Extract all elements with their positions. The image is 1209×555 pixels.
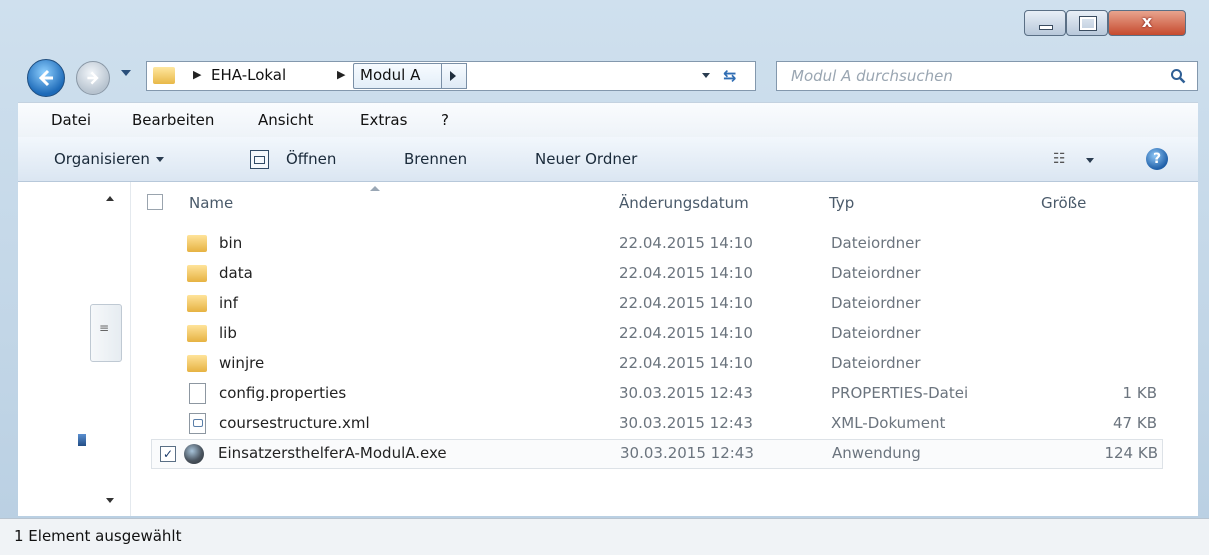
command-bar: Organisieren Öffnen Brennen Neuer Ordner… — [18, 137, 1198, 182]
menu-help[interactable]: ? — [441, 111, 449, 129]
breadcrumb-expand-button[interactable] — [441, 63, 467, 89]
open-icon — [250, 150, 269, 169]
back-button[interactable] — [27, 59, 65, 97]
file-name: data — [219, 264, 253, 282]
file-size: 1 KB — [1122, 384, 1157, 402]
breadcrumb-item-modul-a: Modul A — [360, 66, 421, 84]
file-type: Anwendung — [832, 444, 921, 462]
scroll-up-icon[interactable] — [106, 196, 114, 201]
column-header-date[interactable]: Änderungsdatum — [619, 194, 749, 212]
file-name: inf — [219, 294, 238, 312]
xml-file-icon — [189, 413, 206, 434]
folder-icon — [187, 355, 207, 372]
file-date: 22.04.2015 14:10 — [619, 354, 753, 372]
network-icon — [78, 434, 86, 446]
column-header-size[interactable]: Größe — [1041, 194, 1086, 212]
navigation-pane — [18, 182, 131, 516]
organize-button[interactable]: Organisieren — [54, 150, 164, 168]
file-type: Dateiordner — [831, 354, 921, 372]
file-date: 22.04.2015 14:10 — [619, 294, 753, 312]
file-date: 22.04.2015 14:10 — [619, 234, 753, 252]
minimize-button[interactable] — [1024, 10, 1066, 36]
forward-button[interactable] — [76, 61, 110, 95]
open-button[interactable]: Öffnen — [286, 150, 336, 168]
close-button[interactable]: x — [1108, 10, 1186, 36]
file-date: 22.04.2015 14:10 — [619, 264, 753, 282]
organize-label: Organisieren — [54, 150, 150, 168]
file-name: EinsatzersthelferA-ModulA.exe — [218, 444, 447, 462]
breadcrumb-item-eha-lokal[interactable]: EHA-Lokal — [211, 66, 286, 84]
status-bar: 1 Element ausgewählt — [0, 518, 1209, 555]
file-name: bin — [219, 234, 243, 252]
close-icon: x — [1141, 12, 1153, 31]
file-row[interactable]: config.properties 30.03.2015 12:43 PROPE… — [131, 380, 1198, 408]
folder-icon — [187, 325, 207, 342]
refresh-icon[interactable]: ⇆ — [723, 66, 736, 85]
status-text: 1 Element ausgewählt — [14, 527, 182, 545]
file-size: 124 KB — [1104, 444, 1158, 462]
scroll-down-icon[interactable] — [106, 498, 114, 503]
chevron-down-icon — [155, 157, 164, 162]
menu-bar: Datei Bearbeiten Ansicht Extras ? — [18, 102, 1198, 137]
select-all-checkbox[interactable] — [147, 194, 163, 210]
file-icon — [189, 383, 206, 404]
folder-icon — [153, 67, 175, 84]
view-options-icon[interactable]: ☷ — [1053, 151, 1066, 167]
application-icon — [184, 444, 204, 464]
file-date: 30.03.2015 12:43 — [619, 414, 753, 432]
search-placeholder: Modul A durchsuchen — [791, 67, 953, 85]
file-name: winjre — [219, 354, 265, 372]
file-date: 30.03.2015 12:43 — [620, 444, 754, 462]
file-row[interactable]: inf 22.04.2015 14:10 Dateiordner — [131, 290, 1198, 318]
file-date: 22.04.2015 14:10 — [619, 324, 753, 342]
file-date: 30.03.2015 12:43 — [619, 384, 753, 402]
column-header-type[interactable]: Typ — [829, 194, 854, 212]
help-icon[interactable]: ? — [1146, 148, 1168, 170]
file-row[interactable]: lib 22.04.2015 14:10 Dateiordner — [131, 320, 1198, 348]
breadcrumb-separator-icon: ▶ — [337, 68, 346, 81]
scrollbar-thumb[interactable] — [90, 304, 122, 362]
menu-datei[interactable]: Datei — [51, 111, 91, 129]
breadcrumb-current[interactable]: Modul A — [353, 63, 443, 89]
file-name: lib — [219, 324, 237, 342]
file-row[interactable]: data 22.04.2015 14:10 Dateiordner — [131, 260, 1198, 288]
file-type: Dateiordner — [831, 294, 921, 312]
recent-pages-chevron-icon[interactable] — [121, 70, 131, 76]
search-icon[interactable] — [1170, 68, 1186, 84]
folder-icon — [187, 235, 207, 252]
file-row[interactable]: bin 22.04.2015 14:10 Dateiordner — [131, 230, 1198, 258]
file-list: Name Änderungsdatum Typ Größe bin 22.04.… — [131, 182, 1198, 516]
search-input[interactable]: Modul A durchsuchen — [776, 61, 1198, 91]
row-checkbox[interactable]: ✓ — [160, 446, 176, 462]
breadcrumb-separator-icon: ▶ — [193, 68, 202, 81]
file-name: coursestructure.xml — [219, 414, 370, 432]
file-size: 47 KB — [1113, 414, 1157, 432]
arrow-right-icon — [87, 71, 99, 85]
burn-button[interactable]: Brennen — [404, 150, 467, 168]
arrow-left-icon — [38, 69, 53, 87]
file-type: Dateiordner — [831, 234, 921, 252]
file-row-selected[interactable]: ✓ EinsatzersthelferA-ModulA.exe 30.03.20… — [151, 439, 1163, 469]
new-folder-button[interactable]: Neuer Ordner — [535, 150, 637, 168]
address-bar[interactable]: ▶ EHA-Lokal ▶ Modul A ⇆ — [146, 61, 756, 91]
file-type: Dateiordner — [831, 324, 921, 342]
file-type: Dateiordner — [831, 264, 921, 282]
chevron-down-icon[interactable] — [1086, 158, 1094, 163]
file-type: PROPERTIES-Datei — [831, 384, 969, 402]
menu-bearbeiten[interactable]: Bearbeiten — [132, 111, 214, 129]
folder-icon — [187, 265, 207, 282]
explorer-window: x ▶ EHA-Lokal ▶ Modul A ⇆ Modul A durchs… — [0, 0, 1209, 555]
file-name: config.properties — [219, 384, 347, 402]
menu-ansicht[interactable]: Ansicht — [258, 111, 313, 129]
file-row[interactable]: coursestructure.xml 30.03.2015 12:43 XML… — [131, 410, 1198, 438]
menu-extras[interactable]: Extras — [360, 111, 407, 129]
file-row[interactable]: winjre 22.04.2015 14:10 Dateiordner — [131, 350, 1198, 378]
column-header-name[interactable]: Name — [189, 194, 233, 212]
sort-ascending-icon — [370, 186, 380, 191]
file-type: XML-Dokument — [831, 414, 946, 432]
chevron-down-icon[interactable] — [702, 73, 710, 78]
maximize-button[interactable] — [1066, 10, 1108, 36]
folder-icon — [187, 295, 207, 312]
